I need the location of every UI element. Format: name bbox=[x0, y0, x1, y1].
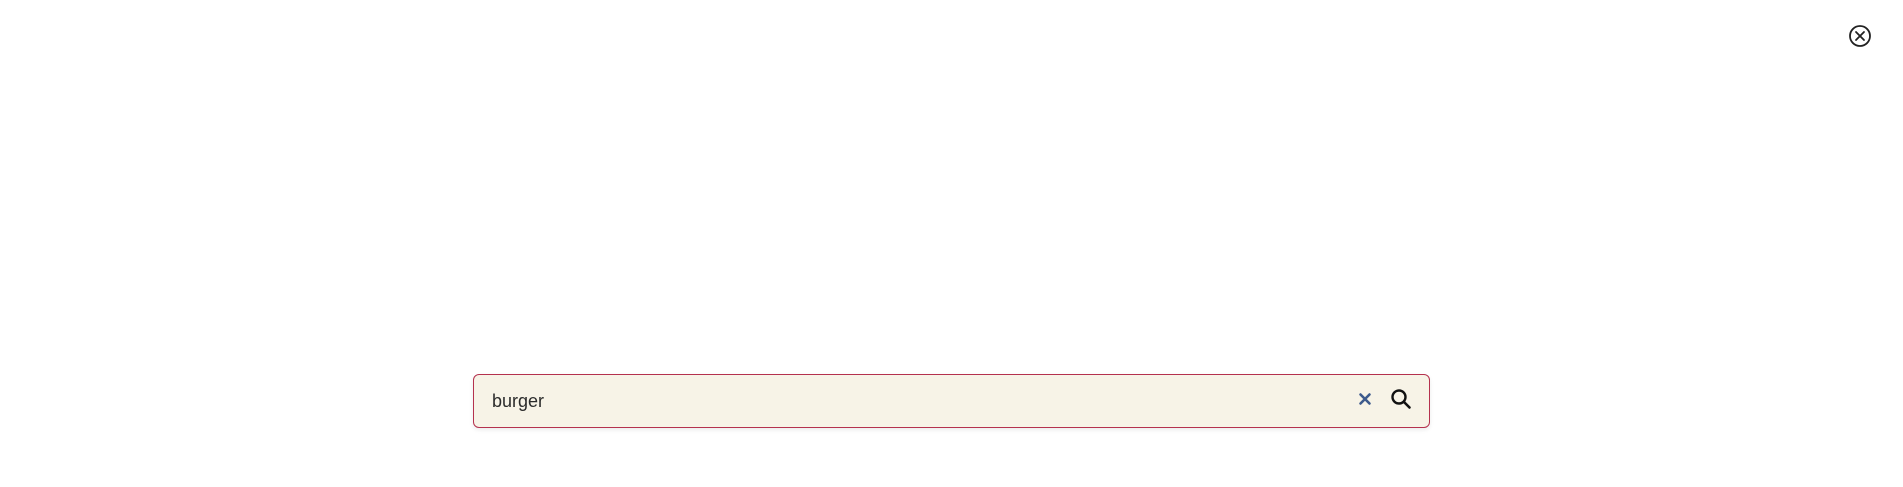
search-submit-button[interactable] bbox=[1387, 387, 1415, 415]
close-overlay-button[interactable] bbox=[1848, 24, 1872, 48]
search-overlay bbox=[0, 0, 1903, 487]
clear-search-button[interactable] bbox=[1353, 389, 1377, 413]
close-x-icon bbox=[1358, 392, 1372, 411]
search-icon bbox=[1390, 388, 1412, 415]
search-bar bbox=[473, 374, 1430, 428]
circle-close-icon bbox=[1848, 24, 1872, 48]
search-input[interactable] bbox=[474, 375, 1353, 427]
